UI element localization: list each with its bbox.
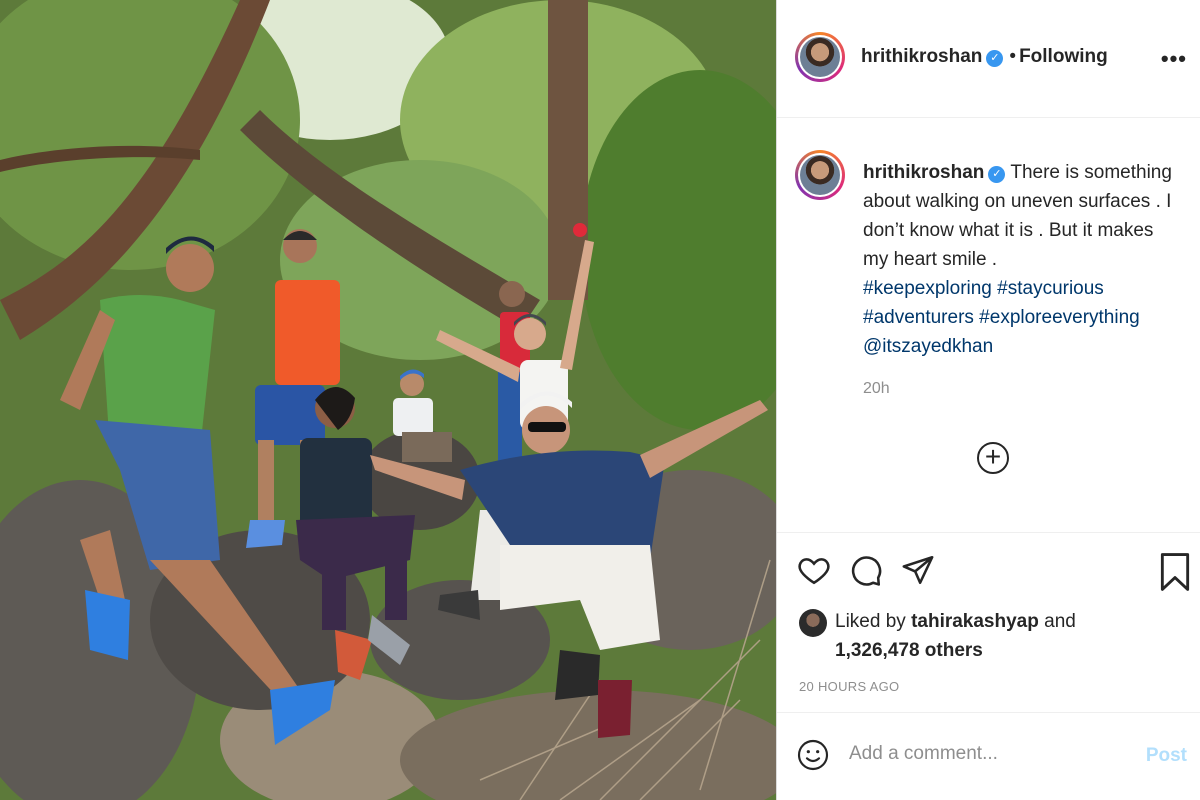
heart-icon[interactable] — [797, 553, 831, 592]
more-icon[interactable]: ••• — [1161, 48, 1187, 70]
bookmark-icon[interactable] — [1159, 553, 1191, 596]
post-header: hrithikroshan ✓ • Following ••• — [777, 0, 1200, 118]
caption-text: hrithikroshan ✓ There is something about … — [863, 158, 1183, 361]
liker-username[interactable]: tahirakashyap — [911, 611, 1039, 632]
post-age[interactable]: 20 HOURS AGO — [799, 679, 899, 694]
add-icon[interactable]: + — [977, 442, 1009, 474]
hashtags-line-1[interactable]: #keepexploring #staycurious — [863, 274, 1183, 303]
post-side-panel: hrithikroshan ✓ • Following ••• hrithikrosh… — [776, 0, 1200, 800]
caption-username[interactable]: hrithikroshan — [863, 162, 984, 183]
liker-avatar[interactable] — [799, 609, 827, 637]
caption-avatar[interactable] — [795, 150, 845, 200]
comment-icon[interactable] — [849, 553, 883, 592]
likes-connector: and — [1044, 611, 1076, 632]
caption-area: hrithikroshan ✓ There is something about … — [777, 118, 1200, 532]
post-photo[interactable] — [0, 0, 776, 800]
following-button[interactable]: Following — [1019, 46, 1108, 67]
emoji-icon[interactable] — [797, 739, 829, 776]
likes-text: Liked by tahirakashyap and 1,326,478 oth… — [835, 607, 1076, 665]
comment-input[interactable] — [849, 743, 1139, 765]
share-icon[interactable] — [901, 553, 935, 592]
post-actions: Liked by tahirakashyap and 1,326,478 oth… — [777, 532, 1200, 712]
post-comment-button[interactable]: Post — [1146, 745, 1187, 767]
separator-dot: • — [1009, 46, 1017, 67]
mention-link[interactable]: @itszayedkhan — [863, 332, 1183, 361]
likes-count[interactable]: 1,326,478 others — [835, 640, 983, 661]
hashtags-line-2[interactable]: #adventurers #exploreeverything — [863, 303, 1183, 332]
caption-timestamp[interactable]: 20h — [863, 380, 890, 398]
author-username[interactable]: hrithikroshan — [861, 46, 982, 67]
author-avatar[interactable] — [795, 32, 845, 82]
comment-box: Post — [777, 712, 1200, 800]
header-line: hrithikroshan ✓ • Following — [861, 46, 1108, 68]
forest-group-photo — [0, 0, 776, 800]
verified-icon: ✓ — [988, 166, 1006, 183]
likes-prefix: Liked by — [835, 611, 906, 632]
verified-icon: ✓ — [986, 50, 1004, 67]
